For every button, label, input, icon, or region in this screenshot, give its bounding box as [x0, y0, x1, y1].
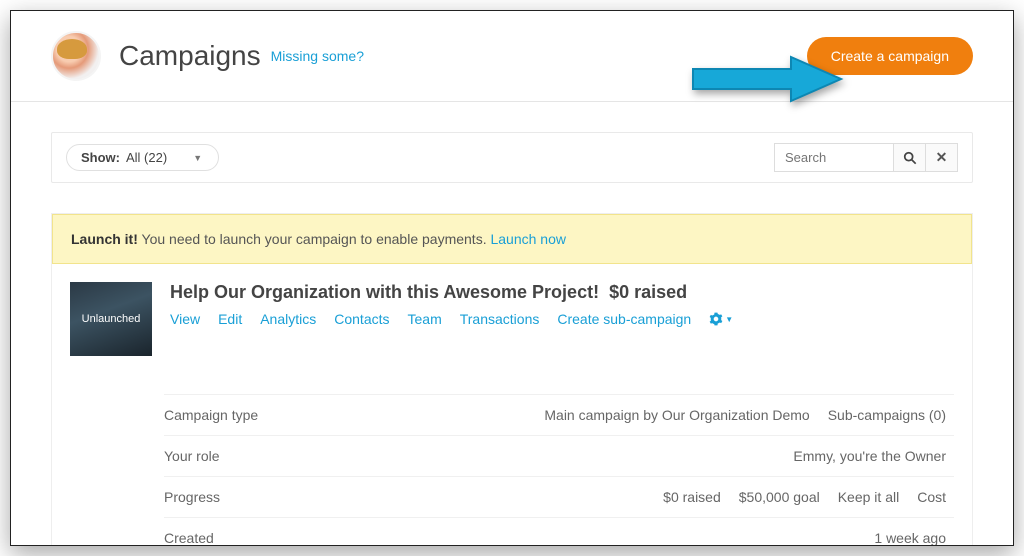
avatar[interactable]	[51, 31, 101, 81]
gear-icon	[709, 312, 723, 326]
filter-bar: Show: All (22) ▼ ✕	[51, 132, 973, 183]
show-label: Show:	[81, 150, 120, 165]
details-row-created: Created 1 week ago	[164, 517, 954, 546]
details-value: Keep it all	[838, 489, 899, 505]
campaign-actions: View Edit Analytics Contacts Team Transa…	[170, 311, 954, 327]
create-campaign-button[interactable]: Create a campaign	[807, 37, 973, 75]
action-transactions[interactable]: Transactions	[460, 311, 540, 327]
details-value: Cost	[917, 489, 946, 505]
campaign-settings-dropdown[interactable]: ▼	[709, 312, 733, 326]
close-icon: ✕	[936, 149, 948, 166]
chevron-down-icon: ▼	[193, 153, 202, 163]
details-row-progress: Progress $0 raised $50,000 goal Keep it …	[164, 476, 954, 517]
search-input[interactable]	[774, 143, 894, 172]
details-value: 1 week ago	[874, 530, 946, 546]
details-label: Campaign type	[164, 407, 364, 423]
search-button[interactable]	[894, 143, 926, 172]
banner-text: You need to launch your campaign to enab…	[142, 231, 487, 247]
action-team[interactable]: Team	[408, 311, 442, 327]
details-value: $0 raised	[663, 489, 721, 505]
campaign-details: Campaign type Main campaign by Our Organ…	[164, 394, 954, 546]
details-value: $50,000 goal	[739, 489, 820, 505]
chevron-down-icon: ▼	[725, 315, 733, 324]
details-row-type: Campaign type Main campaign by Our Organ…	[164, 394, 954, 435]
search-group: ✕	[774, 143, 958, 172]
thumbnail-label: Unlaunched	[82, 313, 141, 325]
details-value: Main campaign by Our Organization Demo	[544, 407, 809, 423]
campaign-title: Help Our Organization with this Awesome …	[170, 282, 954, 303]
campaign-title-text: Help Our Organization with this Awesome …	[170, 282, 599, 302]
clear-search-button[interactable]: ✕	[926, 143, 958, 172]
details-label: Your role	[164, 448, 364, 464]
details-value: Sub-campaigns (0)	[828, 407, 946, 423]
details-row-role: Your role Emmy, you're the Owner	[164, 435, 954, 476]
action-view[interactable]: View	[170, 311, 200, 327]
banner-lead: Launch it!	[71, 231, 138, 247]
show-value: All (22)	[126, 150, 167, 165]
page-header: Campaigns Missing some? Create a campaig…	[11, 11, 1013, 102]
campaign-card: Launch it! You need to launch your campa…	[51, 213, 973, 546]
launch-now-link[interactable]: Launch now	[490, 231, 566, 247]
details-value: Emmy, you're the Owner	[793, 448, 946, 464]
missing-some-link[interactable]: Missing some?	[271, 48, 364, 64]
search-icon	[903, 151, 917, 165]
action-analytics[interactable]: Analytics	[260, 311, 316, 327]
action-create-subcampaign[interactable]: Create sub-campaign	[557, 311, 691, 327]
campaign-summary: Unlaunched Help Our Organization with th…	[52, 264, 972, 370]
campaign-raised: $0 raised	[609, 282, 687, 302]
details-label: Progress	[164, 489, 364, 505]
launch-banner: Launch it! You need to launch your campa…	[52, 214, 972, 264]
campaign-thumbnail[interactable]: Unlaunched	[70, 282, 152, 356]
action-contacts[interactable]: Contacts	[334, 311, 389, 327]
page-title: Campaigns	[119, 40, 261, 72]
action-edit[interactable]: Edit	[218, 311, 242, 327]
show-filter-dropdown[interactable]: Show: All (22) ▼	[66, 144, 219, 171]
details-label: Created	[164, 530, 364, 546]
